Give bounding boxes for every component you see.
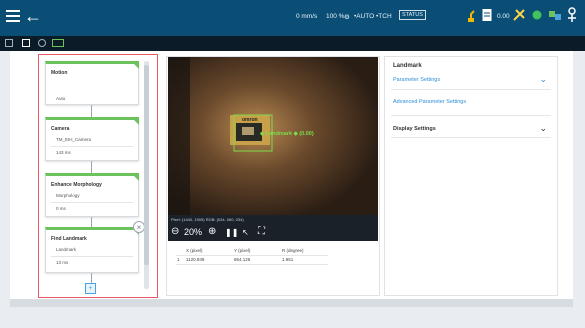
block-detail: 13 ms: [56, 260, 69, 265]
flow-connector: [91, 161, 92, 173]
camera-view[interactable]: omron ◆ Landmark ◆ (0.00): [168, 57, 378, 215]
counter-value: 0.00: [497, 13, 510, 20]
mode-auto: •AUTO: [354, 13, 375, 20]
pixel-info: Pixel: (1440, 1905) RGB: (034, 060, 034): [168, 215, 378, 224]
menu-icon[interactable]: [6, 10, 20, 22]
parameter-settings-section[interactable]: Parameter Settings: [393, 77, 440, 83]
cell-y: 864.126: [234, 257, 251, 262]
zoom-out-icon[interactable]: ⊖: [171, 226, 179, 238]
block-subtitle: Landmark: [56, 247, 77, 252]
camera-icon[interactable]: [38, 39, 46, 47]
gear-icon: ⚙: [344, 14, 350, 21]
landmark-overlay-label: ◆ Landmark ◆ (0.00): [260, 131, 314, 137]
speed-readout: 0 mm/s: [296, 13, 318, 20]
robot-arm-icon: [468, 10, 475, 22]
zoom-level: 20%: [184, 227, 203, 237]
block-title: Camera: [51, 126, 70, 132]
grid-icon[interactable]: [52, 39, 64, 47]
panel-title: Landmark: [393, 63, 422, 69]
block-detail: 0 ms: [56, 206, 66, 211]
block-title: Enhance Morphology: [51, 182, 102, 188]
result-table: X (pixel) Y (pixel) R (degree) 1 1120.93…: [176, 247, 328, 265]
cell-r: 1.951: [282, 257, 294, 262]
block-title: Motion: [51, 70, 68, 76]
column-header: Y (pixel): [234, 248, 251, 253]
add-node-icon[interactable]: +: [85, 283, 96, 294]
flow-block-camera[interactable]: Camera TM_EIH_Camera 143 ms: [45, 117, 139, 161]
tools-icon[interactable]: [513, 9, 525, 21]
block-detail: Auto: [56, 96, 66, 101]
fullscreen-icon[interactable]: ⛶: [258, 226, 265, 238]
block-detail: 143 ms: [56, 150, 71, 155]
chevron-down-icon[interactable]: ⌄: [539, 124, 547, 133]
flow-block-find-landmark[interactable]: Find Landmark Landmark 13 ms: [45, 227, 139, 273]
image-controls: ⊖ 20% ⊕ ❚❚ ↖ ⛶: [168, 224, 378, 241]
back-arrow-icon[interactable]: ←: [24, 7, 42, 25]
block-subtitle: Morphology: [56, 193, 80, 198]
secondary-toolbar: [0, 36, 585, 51]
brand-label: omron: [242, 117, 258, 123]
display-settings-section[interactable]: Display Settings: [393, 126, 436, 132]
zoom-in-icon[interactable]: ⊕: [208, 226, 216, 238]
status-box: STATUS: [399, 10, 426, 20]
column-header: X (pixel): [186, 248, 203, 253]
row-index: 1: [177, 257, 180, 262]
cursor-icon[interactable]: ↖: [242, 227, 249, 239]
document-icon[interactable]: [482, 8, 492, 22]
speed-percent: 100 %: [326, 13, 345, 20]
image-icon[interactable]: [22, 39, 30, 47]
flow-connector: [91, 217, 92, 227]
flow-block-motion[interactable]: Motion Auto: [45, 61, 139, 105]
top-bar: ← 0 mm/s 100 % ⚙ •AUTO •TCH STATUS 0.00: [0, 0, 585, 36]
block-subtitle: TM_EIH_Camera: [56, 137, 92, 142]
layout-icon[interactable]: [5, 39, 13, 47]
block-title: Find Landmark: [51, 236, 87, 242]
table-header-row: X (pixel) Y (pixel) R (degree): [176, 247, 328, 256]
column-header: R (degree): [282, 248, 304, 253]
status-light-icon: [532, 10, 542, 20]
settings-panel: Landmark Parameter Settings ⌄ Advanced P…: [384, 56, 558, 296]
bottom-scrollbar[interactable]: [10, 299, 573, 307]
table-row[interactable]: 1 1120.939 864.126 1.951: [176, 256, 328, 265]
cell-x: 1120.939: [186, 257, 205, 262]
flow-scrollbar[interactable]: [144, 61, 149, 289]
flow-block-enhance-morphology[interactable]: Enhance Morphology Morphology 0 ms: [45, 173, 139, 217]
flow-connector: [91, 273, 92, 283]
mode-tch: •TCH: [376, 13, 392, 20]
chevron-down-icon[interactable]: ⌄: [539, 75, 547, 84]
account-icon[interactable]: [566, 6, 578, 24]
advanced-settings-link[interactable]: Advanced Parameter Settings: [393, 99, 466, 105]
flow-connector: [91, 105, 92, 117]
flow-panel: Motion Auto Camera TM_EIH_Camera 143 ms …: [38, 54, 158, 298]
pause-icon[interactable]: ❚❚: [225, 227, 238, 239]
puzzle-icon[interactable]: [548, 8, 562, 22]
